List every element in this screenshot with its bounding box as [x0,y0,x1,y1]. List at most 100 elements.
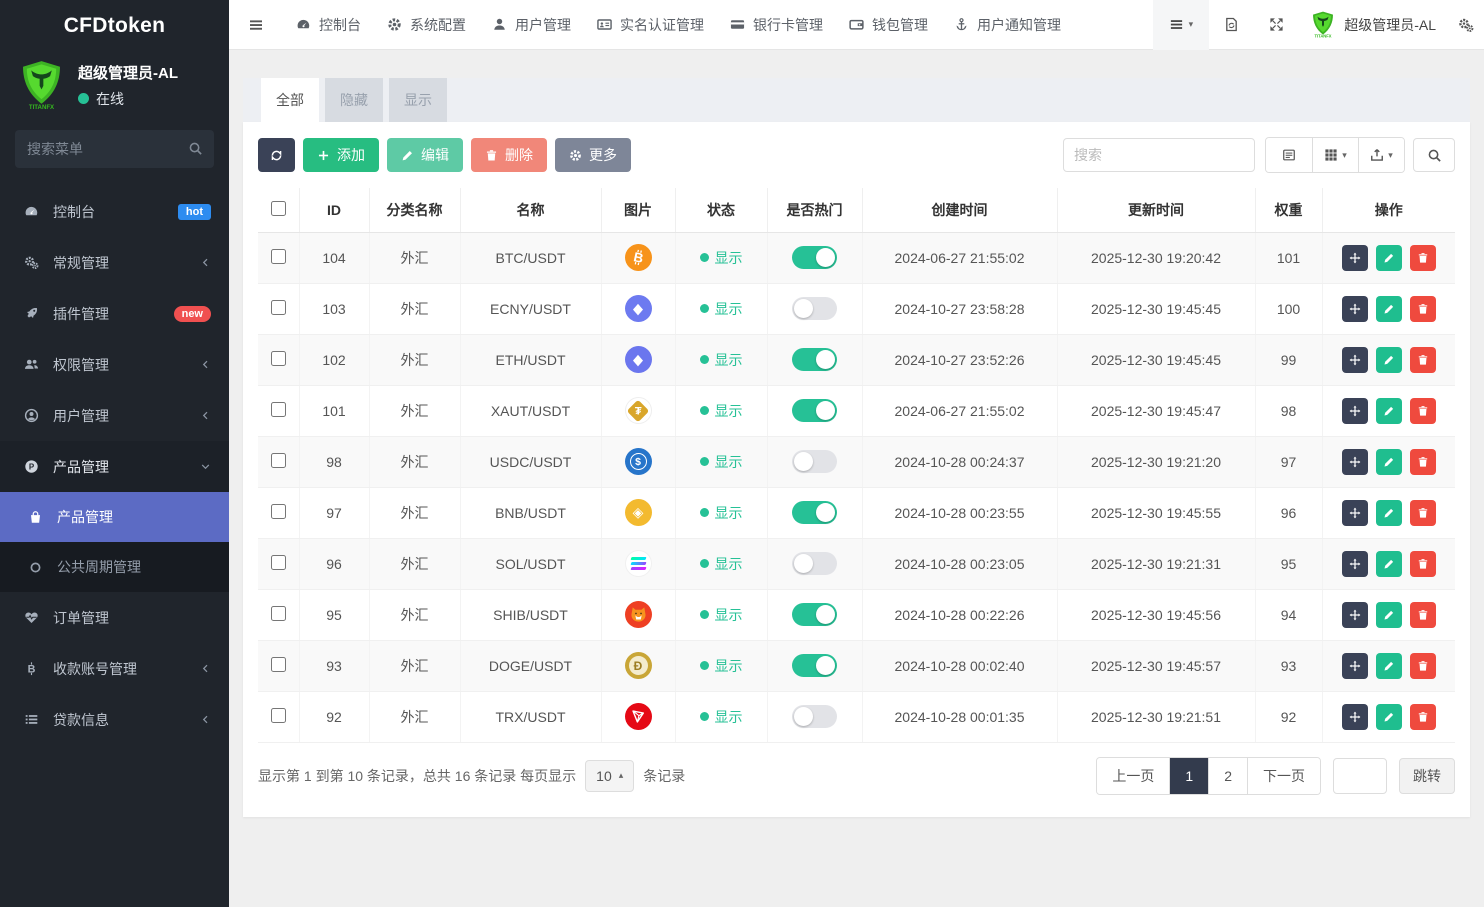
sidebar-subitem-product-management[interactable]: 产品管理 [0,492,229,542]
add-button[interactable]: 添加 [303,138,379,172]
delete-row-button[interactable] [1410,245,1436,271]
sidebar-item-payment-accounts[interactable]: B 收款账号管理 [0,643,229,694]
row-checkbox[interactable] [271,249,286,264]
nav-item-wallet-management[interactable]: 钱包管理 [836,0,941,50]
move-row-button[interactable] [1342,704,1368,730]
nav-item-user-notifications[interactable]: 用户通知管理 [941,0,1074,50]
move-row-button[interactable] [1342,653,1368,679]
search-submit-button[interactable] [1413,138,1455,172]
hot-toggle[interactable] [792,501,837,524]
row-checkbox[interactable] [271,657,286,672]
hot-toggle[interactable] [792,348,837,371]
sidebar-item-orders[interactable]: 订单管理 [0,592,229,643]
hot-toggle[interactable] [792,603,837,626]
sidebar-item-general[interactable]: 常规管理 [0,237,229,288]
move-row-button[interactable] [1342,296,1368,322]
refresh-button[interactable] [258,138,295,172]
edit-row-button[interactable] [1376,602,1402,628]
export-button[interactable]: ▾ [1358,138,1404,172]
jump-button[interactable]: 跳转 [1399,758,1455,794]
columns-button[interactable]: ▾ [1312,138,1358,172]
delete-button[interactable]: 删除 [471,138,547,172]
sidebar-item-console[interactable]: 控制台 hot [0,186,229,237]
page-1-button[interactable]: 1 [1169,758,1208,794]
move-row-button[interactable] [1342,500,1368,526]
edit-row-button[interactable] [1376,653,1402,679]
row-checkbox[interactable] [271,708,286,723]
nav-list-dropdown[interactable]: ▾ [1153,0,1210,50]
row-checkbox[interactable] [271,606,286,621]
delete-row-button[interactable] [1410,551,1436,577]
prev-page-button[interactable]: 上一页 [1097,758,1169,794]
edit-row-button[interactable] [1376,398,1402,424]
select-all-checkbox[interactable] [271,201,286,216]
move-row-button[interactable] [1342,245,1368,271]
settings-cogs-icon[interactable] [1448,17,1484,33]
hot-toggle[interactable] [792,654,837,677]
menu-search-input[interactable] [15,130,214,168]
move-row-button[interactable] [1342,347,1368,373]
move-row-button[interactable] [1342,398,1368,424]
edit-row-button[interactable] [1376,449,1402,475]
edit-row-button[interactable] [1376,551,1402,577]
sidebar-item-product-management[interactable]: P 产品管理 [0,441,229,492]
nav-item-bank-card-management[interactable]: 银行卡管理 [717,0,836,50]
row-checkbox[interactable] [271,300,286,315]
nav-item-user-management[interactable]: 用户管理 [479,0,584,50]
row-actions [1322,538,1455,589]
nav-item-kyc-management[interactable]: 实名认证管理 [584,0,717,50]
edit-row-button[interactable] [1376,704,1402,730]
delete-row-button[interactable] [1410,500,1436,526]
sidebar-item-users[interactable]: 用户管理 [0,390,229,441]
more-button[interactable]: 更多 [555,138,631,172]
row-checkbox[interactable] [271,453,286,468]
nav-item-system-config[interactable]: 系统配置 [374,0,479,50]
clear-cache-icon[interactable] [1209,17,1254,32]
hot-toggle[interactable] [792,399,837,422]
page-2-button[interactable]: 2 [1208,758,1247,794]
sidebar-item-plugins[interactable]: 插件管理 new [0,288,229,339]
hot-toggle[interactable] [792,450,837,473]
edit-row-button[interactable] [1376,347,1402,373]
delete-row-button[interactable] [1410,704,1436,730]
move-row-button[interactable] [1342,449,1368,475]
row-checkbox[interactable] [271,402,286,417]
move-row-button[interactable] [1342,551,1368,577]
hamburger-menu-icon[interactable] [229,17,283,33]
hot-toggle[interactable] [792,246,837,269]
sidebar-item-loan-info[interactable]: 贷款信息 [0,694,229,745]
detail-view-button[interactable] [1266,138,1312,172]
delete-row-button[interactable] [1410,449,1436,475]
edit-row-button[interactable] [1376,500,1402,526]
tab-visible[interactable]: 显示 [389,78,447,122]
hot-toggle[interactable] [792,297,837,320]
row-checkbox[interactable] [271,555,286,570]
delete-row-button[interactable] [1410,398,1436,424]
admin-menu[interactable]: TITANFX 超级管理员-AL [1299,11,1448,38]
nav-item-console[interactable]: 控制台 [283,0,374,50]
delete-row-button[interactable] [1410,602,1436,628]
sidebar-item-permissions[interactable]: 权限管理 [0,339,229,390]
delete-row-button[interactable] [1410,653,1436,679]
row-checkbox[interactable] [271,504,286,519]
tab-hidden[interactable]: 隐藏 [325,78,383,122]
row-updated: 2025-12-30 19:45:45 [1057,334,1255,385]
jump-page-input[interactable] [1333,758,1387,794]
row-checkbox[interactable] [271,351,286,366]
sidebar-subitem-public-cycle[interactable]: 公共周期管理 [0,542,229,592]
page-size-select[interactable]: 10 ▴ [585,760,634,792]
hot-toggle[interactable] [792,552,837,575]
product-circle-icon: P [22,459,40,474]
move-row-button[interactable] [1342,602,1368,628]
filter-tabs: 全部 隐藏 显示 [243,78,1470,122]
delete-row-button[interactable] [1410,296,1436,322]
tab-all[interactable]: 全部 [261,78,319,122]
table-search-input[interactable] [1063,138,1255,172]
edit-button[interactable]: 编辑 [387,138,463,172]
hot-toggle[interactable] [792,705,837,728]
next-page-button[interactable]: 下一页 [1247,758,1320,794]
delete-row-button[interactable] [1410,347,1436,373]
edit-row-button[interactable] [1376,296,1402,322]
fullscreen-icon[interactable] [1254,17,1299,32]
edit-row-button[interactable] [1376,245,1402,271]
